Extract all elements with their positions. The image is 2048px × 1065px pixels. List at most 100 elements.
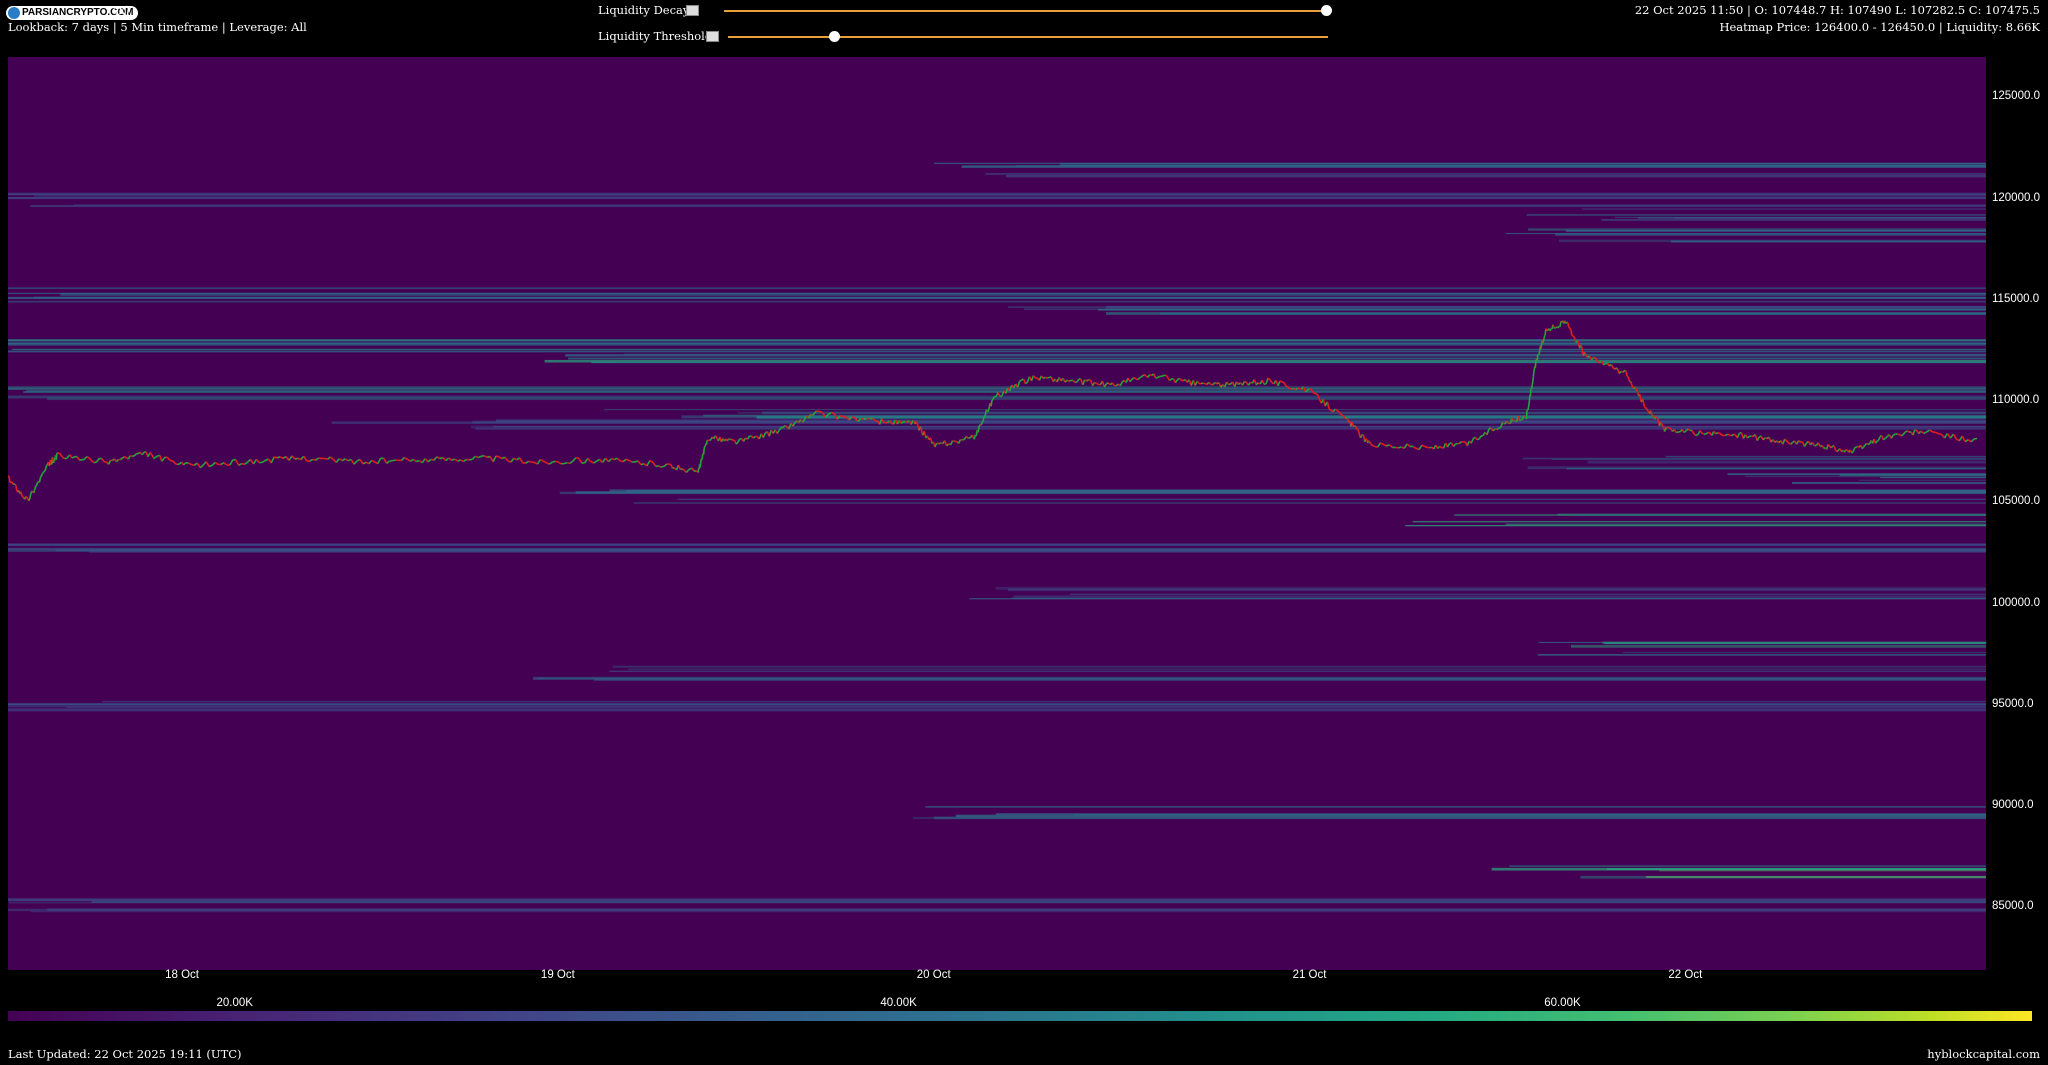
liquidity-band (1622, 651, 1986, 653)
price-candle-segment (26, 496, 29, 499)
price-candle-segment (1208, 381, 1212, 386)
price-candle-segment (161, 457, 165, 462)
price-candle-segment (1649, 410, 1653, 415)
liquidity-decay-info-icon[interactable] (686, 5, 699, 16)
price-candle-segment (965, 435, 969, 439)
price-candle-segment (341, 458, 346, 462)
price-candle-segment (1178, 377, 1182, 381)
price-candle-segment (590, 460, 595, 464)
ohlc-readout: 22 Oct 2025 11:50 | O: 107448.7 H: 10749… (1634, 3, 2040, 17)
price-candle-segment (1653, 416, 1657, 420)
price-candle-segment (1506, 420, 1509, 424)
liquidity-threshold-slider[interactable] (728, 36, 1328, 38)
price-candle-segment (1836, 449, 1840, 453)
liquidity-band (756, 416, 1986, 419)
price-candle-segment (1636, 389, 1639, 394)
price-candle-segment (1119, 381, 1123, 387)
liquidity-threshold-knob[interactable] (829, 31, 840, 42)
price-candle-segment (282, 455, 287, 459)
liquidity-band (1880, 476, 1986, 479)
brand-link[interactable]: hyblockcapital.com (1927, 1047, 2040, 1061)
price-candle-segment (1573, 336, 1576, 339)
heatmap-canvas[interactable] (8, 57, 1986, 970)
liquidity-threshold-info-icon[interactable] (706, 31, 719, 42)
liquidity-threshold-label: Liquidity Threshold (598, 29, 713, 43)
price-candle-segment (167, 457, 171, 461)
price-candle-segment (1668, 426, 1671, 430)
price-candle-segment (214, 461, 219, 466)
price-candle-segment (1439, 445, 1443, 449)
price-candle-segment (640, 463, 645, 466)
price-candle-segment (124, 456, 127, 459)
price-candle-segment (1313, 392, 1316, 395)
price-candle-segment (1610, 364, 1614, 369)
price-candle-segment (1091, 382, 1096, 387)
price-candle-segment (677, 464, 682, 470)
price-candle-segment (1725, 433, 1729, 437)
price-candle-segment (1603, 363, 1606, 366)
price-candle-segment (920, 427, 923, 434)
price-candle-segment (483, 455, 488, 458)
price-candle-segment (1676, 431, 1679, 434)
price-candle-segment (742, 437, 747, 442)
price-candle-segment (238, 463, 243, 466)
price-candle-segment (596, 458, 600, 462)
price-candle-segment (1830, 445, 1834, 449)
price-candle-segment (1133, 376, 1137, 380)
price-candle-segment (362, 461, 367, 465)
price-candle-segment (276, 456, 281, 459)
price-candle-segment (746, 435, 751, 440)
price-candle-segment (20, 491, 23, 496)
price-candle-segment (149, 452, 153, 456)
price-candle-segment (607, 458, 612, 463)
price-candle-segment (205, 461, 210, 467)
price-candle-segment (949, 440, 954, 446)
price-candle-segment (1833, 445, 1837, 451)
price-candle-segment (860, 417, 865, 421)
price-candle-segment (1902, 431, 1906, 436)
liquidity-band (8, 350, 1986, 353)
price-candle-segment (982, 416, 985, 422)
price-candle-segment (409, 458, 414, 462)
liquidity-band (1555, 233, 1986, 236)
price-candle-segment (107, 459, 112, 465)
price-candle-segment (1572, 335, 1575, 338)
liquidity-band (8, 296, 1986, 299)
price-candle-segment (1228, 383, 1231, 386)
price-candle-segment (312, 458, 316, 461)
price-candle-segment (1854, 446, 1857, 449)
liquidity-band (47, 908, 1986, 912)
liquidity-band (1607, 868, 1986, 871)
liquidity-band (1727, 473, 1986, 476)
price-candle-segment (1277, 380, 1281, 387)
price-candle-segment (726, 438, 730, 442)
price-candle-segment (498, 456, 503, 460)
price-candle-segment (557, 461, 562, 465)
liquidity-band (8, 343, 1986, 346)
price-candle-segment (264, 458, 269, 462)
liquidity-decay-slider[interactable] (724, 10, 1328, 12)
price-candle-segment (1699, 430, 1703, 434)
price-candle-segment (1639, 394, 1642, 402)
price-candle-segment (1695, 433, 1699, 437)
liquidity-band (1602, 641, 1986, 644)
price-candle-segment (1756, 436, 1760, 442)
price-candle-segment (681, 468, 685, 471)
price-candle-segment (980, 421, 983, 426)
liquidity-band (628, 668, 1986, 670)
price-candle-segment (1371, 444, 1375, 448)
price-candle-segment (1549, 328, 1552, 332)
liquidity-decay-knob[interactable] (1321, 5, 1332, 16)
price-candle-segment (1920, 430, 1925, 435)
liquidity-band (30, 911, 1986, 913)
price-candle-segment (1263, 382, 1267, 386)
price-candle-segment (981, 420, 984, 423)
price-candle-segment (915, 421, 918, 424)
price-candle-segment (457, 459, 461, 462)
price-candle-segment (1701, 432, 1705, 435)
price-candle-segment (1354, 425, 1357, 428)
liquidation-heatmap[interactable] (8, 57, 1986, 970)
price-candle-segment (519, 457, 524, 464)
price-candle-segment (1914, 429, 1918, 432)
price-candle-segment (540, 458, 544, 462)
